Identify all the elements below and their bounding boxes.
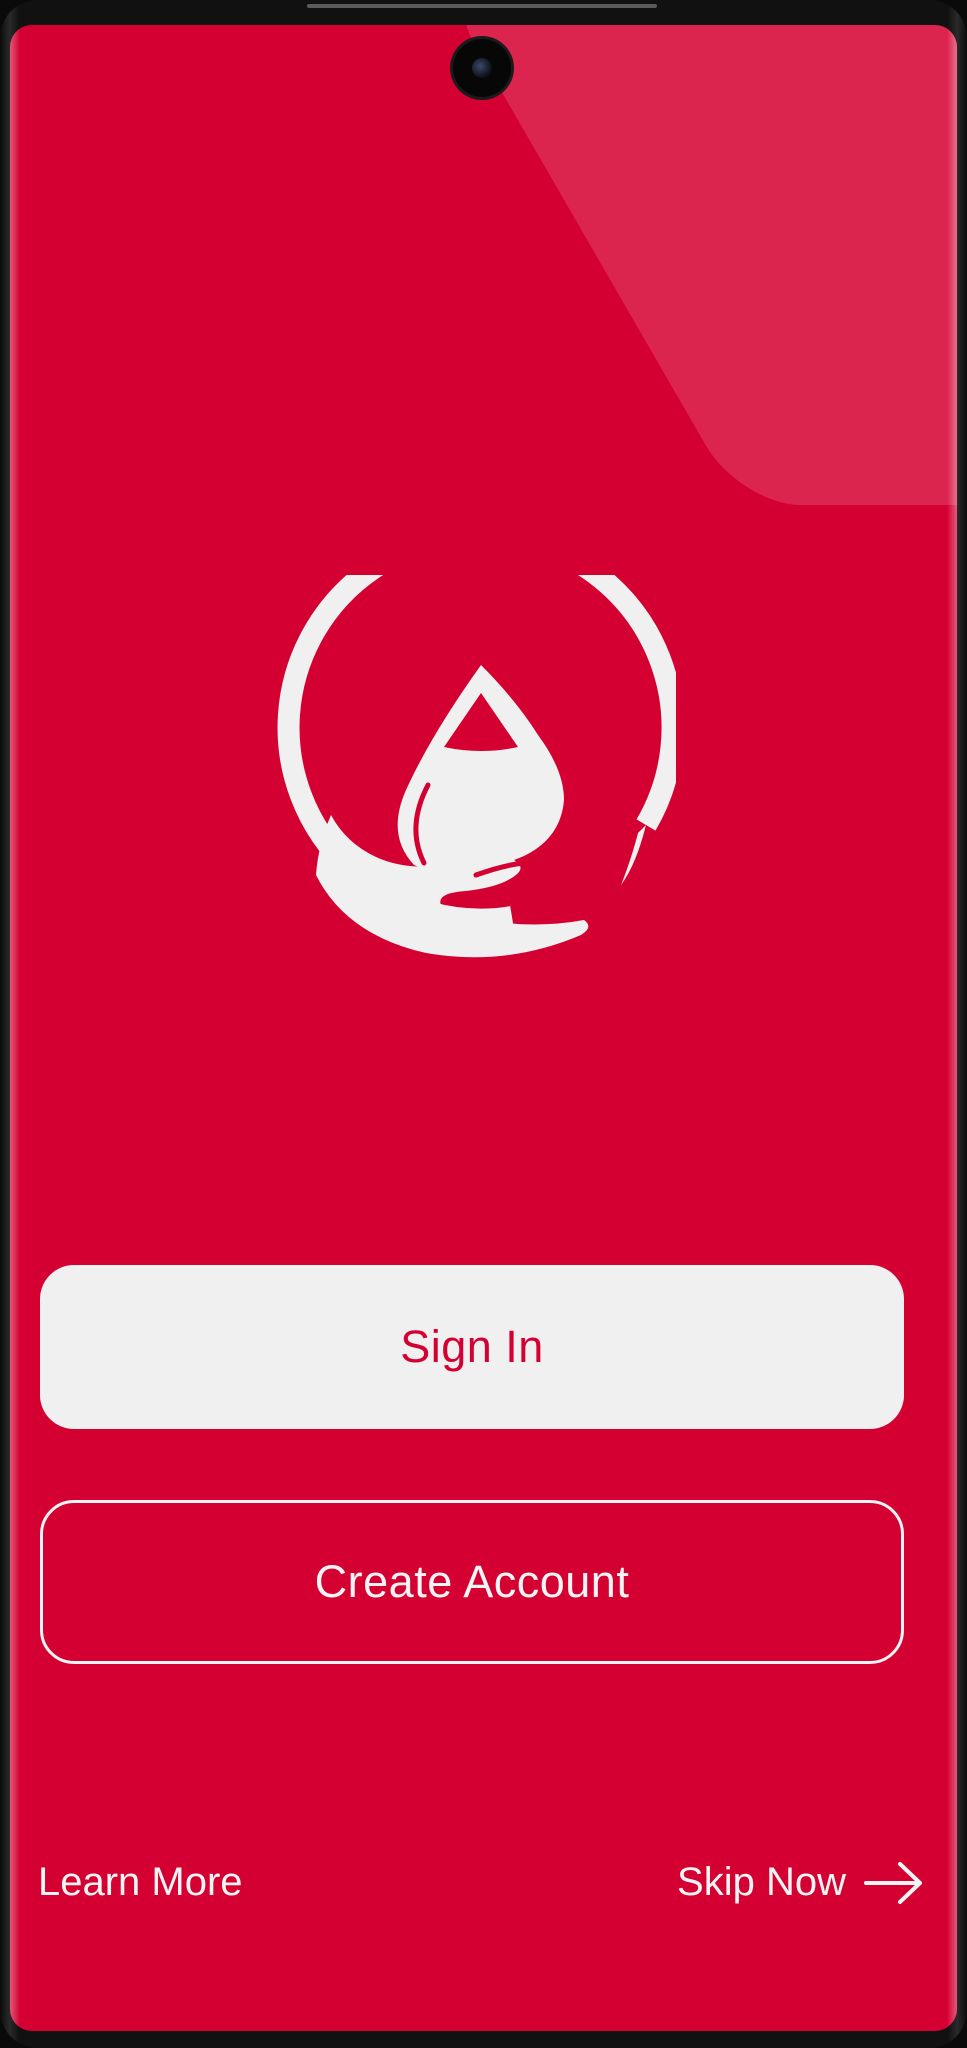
arrow-right-icon: [864, 1861, 922, 1904]
screen-glare: [440, 25, 957, 505]
sign-in-label: Sign In: [400, 1321, 544, 1372]
phone-frame: Sign In Create Account Learn More Skip N…: [0, 0, 967, 2048]
create-account-label: Create Account: [314, 1556, 630, 1607]
skip-now-link[interactable]: Skip Now: [677, 1860, 924, 1905]
edge-shine-right: [947, 25, 957, 2031]
learn-more-link[interactable]: Learn More: [38, 1860, 243, 1905]
sign-in-button[interactable]: Sign In: [40, 1265, 904, 1429]
create-account-button[interactable]: Create Account: [40, 1500, 904, 1664]
earpiece-speaker: [307, 4, 657, 8]
skip-now-label: Skip Now: [677, 1860, 846, 1904]
learn-more-label: Learn More: [38, 1860, 243, 1904]
welcome-screen: [10, 25, 957, 2031]
front-camera: [453, 39, 511, 97]
blood-drop-hand-icon: [277, 575, 676, 958]
edge-shine-left: [10, 25, 20, 2031]
